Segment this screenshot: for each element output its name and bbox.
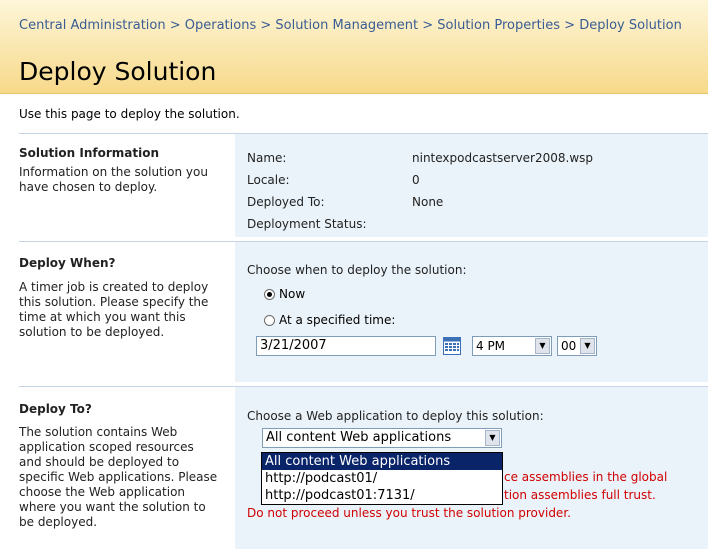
name-value: nintexpodcastserver2008.wsp xyxy=(412,151,594,165)
deployed-to-label: Deployed To: xyxy=(247,195,325,209)
dropdown-option[interactable]: All content Web applications xyxy=(262,453,502,470)
hour-select-value: 4 PM xyxy=(476,339,506,353)
radio-specified-control[interactable] xyxy=(264,314,275,326)
deploy-to-heading: Deploy To? xyxy=(19,402,92,416)
chevron-down-icon[interactable]: ▼ xyxy=(485,430,500,446)
page-intro: Use this page to deploy the solution. xyxy=(19,107,240,121)
web-application-dropdown-list: All content Web applications http://podc… xyxy=(261,452,503,505)
web-application-select[interactable]: All content Web applications ▼ xyxy=(262,428,502,448)
deployed-to-value: None xyxy=(412,195,444,209)
radio-now-label: Now xyxy=(279,287,306,301)
warning-text-line1: ce assemblies in the global xyxy=(504,470,668,484)
deployment-status-label: Deployment Status: xyxy=(247,217,367,231)
name-label: Name: xyxy=(247,151,287,165)
radio-specified-time[interactable]: At a specified time: xyxy=(264,313,395,327)
dropdown-option[interactable]: http://podcast01/ xyxy=(262,470,502,487)
dropdown-option[interactable]: http://podcast01:7131/ xyxy=(262,487,502,504)
radio-now-control[interactable] xyxy=(264,288,275,300)
minute-select[interactable]: 00 ▼ xyxy=(557,336,597,356)
radio-now[interactable]: Now xyxy=(264,287,305,301)
page-title: Deploy Solution xyxy=(19,57,217,86)
solution-info-heading: Solution Information xyxy=(19,146,159,160)
hour-select[interactable]: 4 PM ▼ xyxy=(472,336,552,356)
deploy-to-description: The solution contains Web application sc… xyxy=(19,425,218,529)
chevron-down-icon[interactable]: ▼ xyxy=(535,338,550,354)
locale-label: Locale: xyxy=(247,173,290,187)
breadcrumb[interactable]: Central Administration > Operations > So… xyxy=(19,18,708,52)
deploy-when-description: A timer job is created to deploy this so… xyxy=(19,280,209,339)
chevron-down-icon[interactable]: ▼ xyxy=(580,338,595,354)
solution-info-description: Information on the solution you have cho… xyxy=(19,165,208,194)
warning-text-line3: Do not proceed unless you trust the solu… xyxy=(247,506,571,520)
deploy-when-prompt: Choose when to deploy the solution: xyxy=(247,263,467,277)
deploy-to-prompt: Choose a Web application to deploy this … xyxy=(247,409,544,423)
locale-value: 0 xyxy=(412,173,420,187)
deploy-when-heading: Deploy When? xyxy=(19,256,116,270)
warning-text-line2: tion assemblies full trust. xyxy=(504,488,656,502)
minute-select-value: 00 xyxy=(561,339,577,353)
calendar-icon[interactable] xyxy=(443,337,461,355)
date-input[interactable]: 3/21/2007 xyxy=(256,336,436,356)
radio-specified-label: At a specified time: xyxy=(279,313,396,327)
web-application-select-value: All content Web applications xyxy=(266,430,452,445)
